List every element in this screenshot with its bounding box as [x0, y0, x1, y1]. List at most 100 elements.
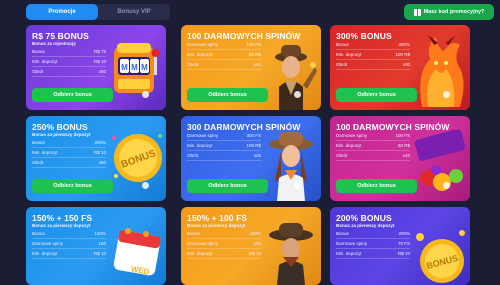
super-jackpot-fruit-icon [414, 130, 466, 191]
detail-label: Obrót [187, 62, 199, 67]
detail-value: x50 [98, 160, 106, 165]
claim-bonus-button[interactable]: Odbierz bonus [32, 88, 113, 102]
card-details: Darmowe spiny 100 FS Min. depozyt 50 R$ Ob… [187, 40, 261, 70]
detail-label: Obrót [32, 69, 44, 74]
detail-value: x30 [402, 62, 410, 67]
claim-bonus-button[interactable]: Odbierz bonus [336, 179, 417, 193]
card-details: Bonus 250% Min. depozyt R$ 10 Obrót x50 [32, 138, 106, 168]
detail-value: 150% [94, 231, 106, 236]
bonus-card: 150% + 150 FS Bonus za pierwszy depozyt … [26, 207, 166, 285]
claim-bonus-button[interactable]: Odbierz bonus [32, 179, 113, 193]
card-details: Darmowe spiny 300 FS Min. depozyt 100 R$ O… [187, 131, 261, 161]
tab-promocje[interactable]: Promocje [26, 4, 98, 20]
detail-label: Min. depozyt [32, 251, 58, 256]
detail-label: Obrót [336, 62, 348, 67]
info-icon[interactable] [294, 182, 301, 189]
card-title: 150% + 150 FS [32, 213, 93, 223]
bonus-card: 150% + 100 FS Bonus za pierwszy depozyt … [181, 207, 321, 285]
detail-row: Min. depozyt R$ 10 [32, 249, 106, 259]
detail-label: Min. depozyt [32, 59, 58, 64]
detail-label: Min. depozyt [336, 52, 362, 57]
promo-code-button[interactable]: Masz kod promocyjny? [404, 4, 494, 20]
detail-row: Bonus R$ 75 [32, 47, 106, 57]
info-icon[interactable] [443, 91, 450, 98]
detail-value: 100 [253, 241, 261, 246]
card-subtitle: Bonus za pierwszy depozyt [336, 223, 395, 228]
detail-value: R$ 75 [93, 49, 106, 54]
detail-row: Min. depozyt 50 R$ [336, 141, 410, 151]
wed-calendar-icon: WED [113, 228, 161, 277]
bonus-card: 200% BONUS Bonus za pierwszy depozyt Bon… [330, 207, 470, 285]
detail-label: Min. depozyt [187, 251, 213, 256]
detail-label: Bonus [32, 231, 45, 236]
detail-row: Min. depozyt R$ 10 [336, 249, 410, 259]
gift-icon [413, 8, 421, 16]
detail-label: Min. depozyt [336, 143, 362, 148]
detail-value: 100 FS [246, 42, 261, 47]
detail-row: Bonus 250% [32, 138, 106, 148]
card-title: 250% BONUS [32, 122, 88, 132]
detail-row: Obrót x30 [336, 60, 410, 70]
top-bar: Promocje Bonusy VIP Masz kod promocyjny? [0, 0, 500, 25]
detail-value: R$ 10 [93, 150, 106, 155]
claim-bonus-button[interactable]: Odbierz bonus [187, 179, 268, 193]
card-title: 150% + 100 FS [187, 213, 248, 223]
detail-value: x50 [98, 69, 106, 74]
info-icon[interactable] [142, 91, 149, 98]
bonus-card: 250% BONUS Bonus za pierwszy depozyt Bon… [26, 116, 166, 201]
explorer-character-icon [275, 45, 317, 110]
bonus-card: 300% BONUS Bonus 300% Min. depozyt 100 R$ … [330, 25, 470, 110]
detail-label: Min. depozyt [336, 251, 362, 256]
detail-value: x40 [402, 153, 410, 158]
detail-value: 150 [98, 241, 106, 246]
detail-row: Darmowe spiny 70 FS [336, 239, 410, 249]
detail-row: Obrót x25 [187, 151, 261, 161]
detail-label: Obrót [336, 153, 348, 158]
bonus-card: 300 DARMOWYCH SPINÓW Darmowe spiny 300 FS… [181, 116, 321, 201]
card-subtitle: Bonus za rejestrację [32, 41, 76, 46]
promo-tabs: Promocje Bonusy VIP [26, 4, 170, 20]
card-subtitle: Bonus za pierwszy depozyt [32, 132, 91, 137]
detail-value: x40 [253, 62, 261, 67]
detail-value: 250% [94, 140, 106, 145]
card-details: Bonus 300% Min. depozyt 100 R$ Obrót x30 [336, 40, 410, 70]
tab-bonusy-vip[interactable]: Bonusy VIP [98, 4, 170, 20]
detail-value: 50 R$ [397, 143, 410, 148]
detail-label: Darmowe spiny [32, 241, 64, 246]
claim-bonus-button[interactable]: Odbierz bonus [336, 88, 417, 102]
detail-row: Darmowe spiny 100 FS [187, 40, 261, 50]
detail-row: Min. depozyt 100 R$ [336, 50, 410, 60]
card-title: R$ 75 BONUS [32, 31, 89, 41]
card-details: Bonus R$ 75 Min. depozyt R$ 10 Obrót x50 [32, 47, 106, 77]
detail-row: Bonus 150% [32, 229, 106, 239]
detail-label: Darmowe spiny [187, 133, 219, 138]
promo-code-label: Masz kod promocyjny? [423, 9, 485, 15]
card-details: Bonus 200% Darmowe spiny 70 FS Min. depozy… [336, 229, 410, 259]
detail-row: Min. depozyt R$ 10 [32, 57, 106, 67]
svg-text:M: M [141, 63, 148, 72]
detail-row: Bonus 300% [336, 40, 410, 50]
cowboy-character-icon [269, 223, 313, 285]
detail-value: 200% [398, 231, 410, 236]
bonus-coin-icon: BONUS [112, 134, 162, 182]
detail-row: Darmowe spiny 100 [187, 239, 261, 249]
detail-label: Darmowe spiny [187, 241, 219, 246]
detail-label: Obrót [187, 153, 199, 158]
detail-row: Obrót x40 [187, 60, 261, 70]
info-icon[interactable] [294, 91, 301, 98]
bonus-card: R$ 75 BONUS Bonus za rejestrację Bonus R$… [26, 25, 166, 110]
detail-label: Min. depozyt [187, 52, 213, 57]
card-details: Bonus 150% Darmowe spiny 100 Min. depozyt R… [187, 229, 261, 259]
info-icon[interactable] [142, 182, 149, 189]
detail-label: Darmowe spiny [336, 241, 368, 246]
info-icon[interactable] [443, 182, 450, 189]
detail-label: Bonus [32, 140, 45, 145]
detail-value: 100 R$ [395, 52, 410, 57]
bonus-card: 100 DARMOWYCH SPINÓW Darmowe spiny 100 FS… [330, 116, 470, 201]
claim-bonus-button[interactable]: Odbierz bonus [187, 88, 268, 102]
svg-text:M: M [131, 63, 138, 72]
detail-value: 50 R$ [248, 52, 261, 57]
detail-label: Min. depozyt [187, 143, 213, 148]
detail-value: 300% [398, 42, 410, 47]
bonus-card: 100 DARMOWYCH SPINÓW Darmowe spiny 100 FS… [181, 25, 321, 110]
